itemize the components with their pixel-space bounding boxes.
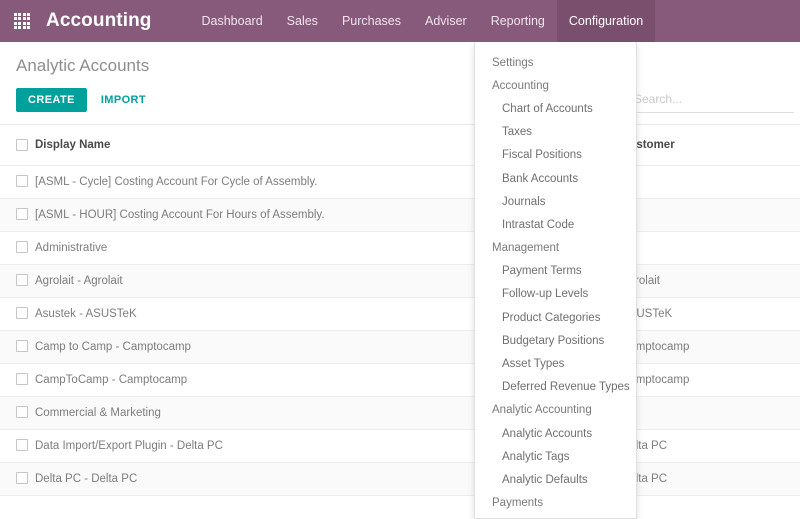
menu-item-adviser[interactable]: Adviser <box>413 0 479 42</box>
apps-grid-icon[interactable] <box>0 0 44 42</box>
row-select-cell <box>0 462 34 495</box>
dropdown-section-payments[interactable]: Payments <box>475 492 636 515</box>
dropdown-item-payment-terms[interactable]: Payment Terms <box>475 260 636 283</box>
select-all-cell <box>0 125 34 165</box>
table-row[interactable]: Data Import/Export Plugin - Delta PCDelt… <box>0 429 800 462</box>
column-header-customer[interactable]: Customer <box>620 125 800 165</box>
dropdown-item-bank-accounts[interactable]: Bank Accounts <box>475 167 636 190</box>
table-body: [ASML - Cycle] Costing Account For Cycle… <box>0 165 800 495</box>
cell-customer[interactable] <box>620 198 800 231</box>
row-select-cell <box>0 231 34 264</box>
table-row[interactable]: CampToCamp - CamptocampCamptocamp <box>0 363 800 396</box>
row-select-cell <box>0 198 34 231</box>
cell-customer[interactable]: Camptocamp <box>620 330 800 363</box>
control-panel: Analytic Accounts CREATE IMPORT <box>0 42 800 125</box>
row-select-cell <box>0 264 34 297</box>
table-row[interactable]: Delta PC - Delta PCDelta PC <box>0 462 800 495</box>
search-input[interactable] <box>632 91 794 107</box>
cell-customer[interactable]: Camptocamp <box>620 363 800 396</box>
dropdown-item-budgetary-positions[interactable]: Budgetary Positions <box>475 329 636 352</box>
dropdown-item-analytic-accounts[interactable]: Analytic Accounts <box>475 422 636 445</box>
dropdown-item-analytic-defaults[interactable]: Analytic Defaults <box>475 468 636 491</box>
dropdown-item-fiscal-positions[interactable]: Fiscal Positions <box>475 144 636 167</box>
action-buttons: CREATE IMPORT <box>16 88 150 112</box>
menu-item-purchases[interactable]: Purchases <box>330 0 413 42</box>
row-checkbox[interactable] <box>16 208 28 220</box>
table-row[interactable]: Administrative <box>0 231 800 264</box>
dropdown-item-chart-of-accounts[interactable]: Chart of Accounts <box>475 97 636 120</box>
cell-customer[interactable]: Delta PC <box>620 462 800 495</box>
dropdown-section-analytic-accounting[interactable]: Analytic Accounting <box>475 399 636 422</box>
configuration-dropdown-menu: SettingsAccountingChart of AccountsTaxes… <box>474 42 637 519</box>
dropdown-item-journals[interactable]: Journals <box>475 190 636 213</box>
dropdown-item-deferred-revenue-types[interactable]: Deferred Revenue Types <box>475 376 636 399</box>
table-row[interactable]: Agrolait - AgrolaitAgrolait <box>0 264 800 297</box>
row-checkbox[interactable] <box>16 406 28 418</box>
cell-customer[interactable] <box>620 231 800 264</box>
menu-item-reporting[interactable]: Reporting <box>479 0 557 42</box>
dropdown-item-product-categories[interactable]: Product Categories <box>475 306 636 329</box>
odoo-accounting-app: Accounting DashboardSalesPurchasesAdvise… <box>0 0 800 519</box>
row-checkbox[interactable] <box>16 439 28 451</box>
cell-customer[interactable] <box>620 165 800 198</box>
dropdown-item-follow-up-levels[interactable]: Follow-up Levels <box>475 283 636 306</box>
table-row[interactable]: [ASML - Cycle] Costing Account For Cycle… <box>0 165 800 198</box>
cell-customer[interactable]: ASUSTeK <box>620 297 800 330</box>
row-select-cell <box>0 396 34 429</box>
menu-item-dashboard[interactable]: Dashboard <box>190 0 275 42</box>
table-row[interactable]: Camp to Camp - CamptocampCamptocamp <box>0 330 800 363</box>
top-navbar: Accounting DashboardSalesPurchasesAdvise… <box>0 0 800 42</box>
row-select-cell <box>0 330 34 363</box>
row-checkbox[interactable] <box>16 175 28 187</box>
dropdown-section-accounting[interactable]: Accounting <box>475 74 636 97</box>
records-table: Display Name Customer [ASML - Cycle] Cos… <box>0 125 800 496</box>
row-checkbox[interactable] <box>16 340 28 352</box>
table-head: Display Name Customer <box>0 125 800 165</box>
cell-customer[interactable] <box>620 396 800 429</box>
dropdown-section-settings[interactable]: Settings <box>475 51 636 74</box>
row-checkbox[interactable] <box>16 241 28 253</box>
import-button[interactable]: IMPORT <box>97 88 150 112</box>
row-select-cell <box>0 165 34 198</box>
dropdown-item-analytic-tags[interactable]: Analytic Tags <box>475 445 636 468</box>
dropdown-item-taxes[interactable]: Taxes <box>475 121 636 144</box>
row-checkbox[interactable] <box>16 472 28 484</box>
grid-icon-glyph <box>14 13 31 30</box>
table-row[interactable]: Asustek - ASUSTeKASUSTeK <box>0 297 800 330</box>
row-select-cell <box>0 297 34 330</box>
dropdown-section-management[interactable]: Management <box>475 237 636 260</box>
menu-item-sales[interactable]: Sales <box>275 0 330 42</box>
app-brand-title[interactable]: Accounting <box>44 10 158 32</box>
row-checkbox[interactable] <box>16 274 28 286</box>
search-view <box>632 90 794 113</box>
table-row[interactable]: Commercial & Marketing <box>0 396 800 429</box>
create-button[interactable]: CREATE <box>16 88 87 112</box>
list-view: Display Name Customer [ASML - Cycle] Cos… <box>0 125 800 519</box>
cell-customer[interactable]: Agrolait <box>620 264 800 297</box>
dropdown-item-intrastat-code[interactable]: Intrastat Code <box>475 213 636 236</box>
cell-customer[interactable]: Delta PC <box>620 429 800 462</box>
dropdown-item-payment-acquirers[interactable]: Payment Acquirers <box>475 515 636 519</box>
select-all-checkbox[interactable] <box>16 139 28 151</box>
page-title: Analytic Accounts <box>16 56 149 76</box>
row-checkbox[interactable] <box>16 307 28 319</box>
table-row[interactable]: [ASML - HOUR] Costing Account For Hours … <box>0 198 800 231</box>
main-menu-bar: DashboardSalesPurchasesAdviserReportingC… <box>190 0 656 42</box>
row-select-cell <box>0 429 34 462</box>
dropdown-item-asset-types[interactable]: Asset Types <box>475 352 636 375</box>
menu-item-configuration[interactable]: Configuration <box>557 0 655 42</box>
table-header-row: Display Name Customer <box>0 125 800 165</box>
row-select-cell <box>0 363 34 396</box>
row-checkbox[interactable] <box>16 373 28 385</box>
